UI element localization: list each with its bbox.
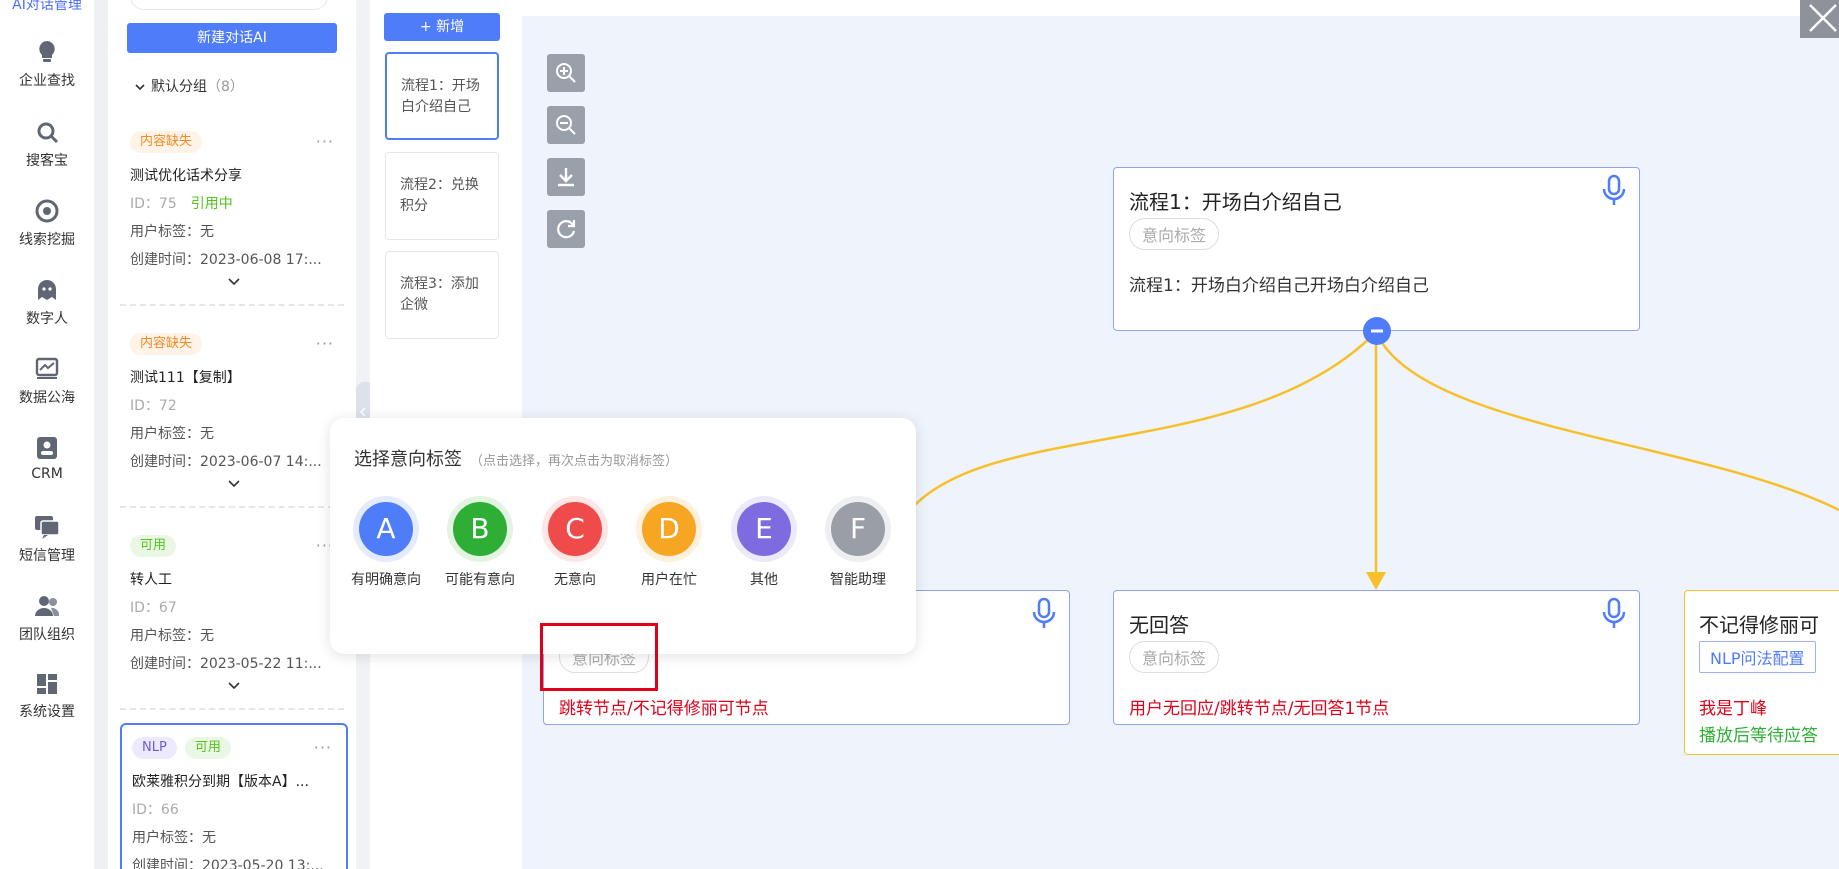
- node-content: 跳转节点/不记得修丽可节点: [559, 699, 769, 719]
- intent-option-e[interactable]: E 其他: [729, 496, 799, 591]
- intent-tag-popup: 选择意向标签 （点击选择，再次点击为取消标签） A 有明确意向 B 可能有意向 C…: [330, 418, 916, 654]
- nlp-config-button[interactable]: NLP问法配置: [1699, 641, 1816, 673]
- node-title: 不记得修丽可: [1699, 613, 1819, 637]
- minus-icon: [1371, 329, 1383, 333]
- node-content: 流程1：开场白介绍自己开场白介绍自己: [1129, 276, 1429, 296]
- flow-node-right[interactable]: 不记得修丽可 NLP问法配置 我是丁峰 播放后等待应答: [1684, 590, 1839, 755]
- intent-letter: A: [359, 502, 413, 556]
- flow-node-main[interactable]: 流程1：开场白介绍自己 意向标签 流程1：开场白介绍自己开场白介绍自己: [1113, 167, 1640, 331]
- node-title: 流程1：开场白介绍自己: [1129, 190, 1342, 214]
- flow-node-no-answer[interactable]: 无回答 意向标签 用户无回应/跳转节点/无回答1节点: [1113, 590, 1640, 725]
- popup-title: 选择意向标签: [354, 449, 462, 470]
- node-title: 无回答: [1129, 613, 1189, 637]
- node-content: 我是丁峰: [1699, 699, 1767, 719]
- arrow-head-icon: [1366, 572, 1386, 590]
- node-content: 用户无回应/跳转节点/无回答1节点: [1129, 699, 1390, 719]
- intent-option-c[interactable]: C 无意向: [540, 496, 610, 591]
- edge-to-left-node: [914, 331, 1377, 506]
- collapse-node-button[interactable]: [1363, 317, 1391, 345]
- intent-option-f[interactable]: F 智能助理: [823, 496, 893, 591]
- intent-letter: F: [831, 502, 885, 556]
- intent-label: 其他: [750, 572, 778, 588]
- intent-option-a[interactable]: A 有明确意向: [351, 496, 421, 591]
- intent-label: 可能有意向: [445, 572, 515, 588]
- intent-label: 智能助理: [830, 572, 886, 588]
- intent-option-b[interactable]: B 可能有意向: [445, 496, 515, 591]
- flow-edges: [914, 331, 1839, 590]
- intent-option-d[interactable]: D 用户在忙: [634, 496, 704, 591]
- intent-letter: D: [642, 502, 696, 556]
- microphone-icon[interactable]: [1031, 597, 1057, 631]
- node-action: 播放后等待应答: [1699, 726, 1818, 746]
- microphone-icon[interactable]: [1601, 597, 1627, 631]
- intent-tag-button[interactable]: 意向标签: [1129, 641, 1220, 673]
- intent-label: 无意向: [554, 572, 596, 588]
- edge-to-right-node: [1374, 331, 1839, 512]
- intent-letter: B: [453, 502, 507, 556]
- intent-label: 用户在忙: [641, 572, 697, 588]
- intent-tag-button[interactable]: 意向标签: [1129, 218, 1220, 250]
- microphone-icon[interactable]: [1601, 174, 1627, 208]
- intent-label: 有明确意向: [351, 572, 421, 588]
- highlight-annotation-box: [540, 623, 658, 691]
- popup-hint: （点击选择，再次点击为取消标签）: [470, 454, 679, 469]
- intent-letter: E: [737, 502, 791, 556]
- intent-letter: C: [548, 502, 602, 556]
